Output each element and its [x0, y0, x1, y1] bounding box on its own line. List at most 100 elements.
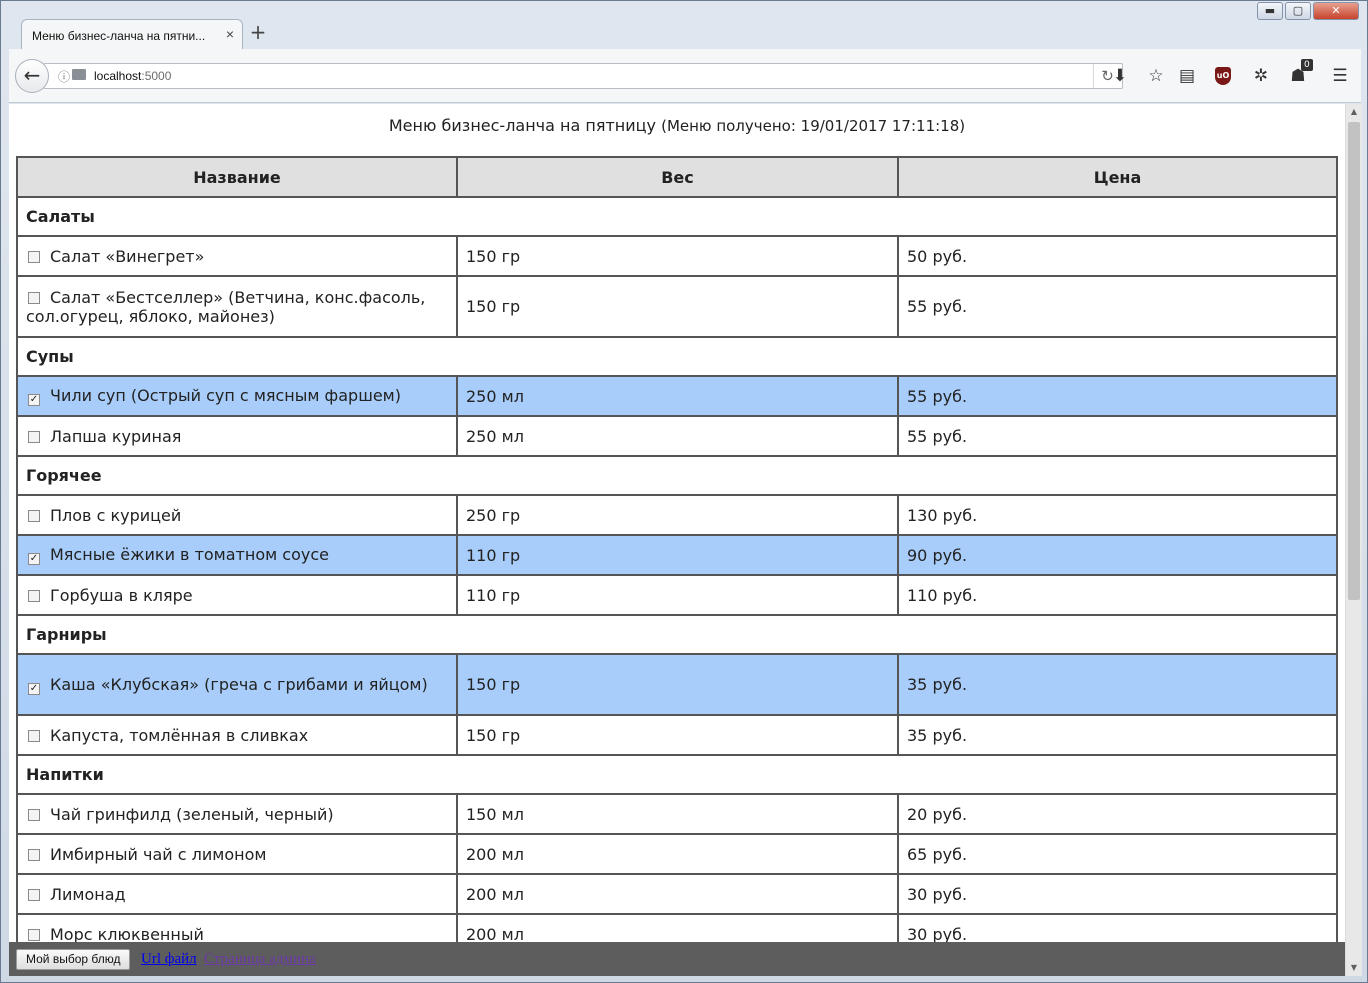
item-weight: 110 гр	[456, 534, 899, 576]
table-row[interactable]: Чай гринфилд (зеленый, черный) 150 мл 20…	[16, 793, 1338, 835]
item-weight: 150 мл	[456, 793, 899, 835]
table-row[interactable]: Имбирный чай с лимоном 200 мл 65 руб.	[16, 833, 1338, 875]
item-name-cell: Чай гринфилд (зеленый, черный)	[16, 793, 458, 835]
item-name: Салат «Бестселлер» (Ветчина, конс.фасоль…	[26, 287, 426, 326]
item-price: 50 руб.	[897, 235, 1338, 277]
scroll-thumb[interactable]	[1348, 122, 1360, 600]
item-price: 55 руб.	[897, 275, 1338, 338]
tab-close-icon[interactable]: ×	[226, 26, 234, 42]
item-weight: 250 гр	[456, 494, 899, 536]
page-icon	[72, 69, 86, 80]
item-weight: 200 мл	[456, 873, 899, 915]
download-icon[interactable]: ⬇	[1107, 63, 1133, 89]
tab-active[interactable]: Меню бизнес-ланча на пятни... ×	[21, 19, 243, 49]
item-name-cell: ✓ Каша «Клубская» (греча с грибами и яйцо…	[16, 653, 458, 716]
table-row[interactable]: Капуста, томлённая в сливках 150 гр 35 р…	[16, 714, 1338, 756]
menu-table: Название Вес Цена Салаты Салат «Винегрет…	[16, 156, 1338, 942]
reader-list-icon[interactable]: ▤	[1174, 63, 1200, 89]
table-row[interactable]: Салат «Винегрет» 150 гр 50 руб.	[16, 235, 1338, 277]
item-name-cell: ✓ Мясные ёжики в томатном соусе	[16, 534, 458, 576]
item-name: Капуста, томлённая в сливках	[50, 725, 309, 745]
info-icon[interactable]: ⓘ	[58, 68, 70, 85]
item-name: Лапша куриная	[50, 426, 182, 446]
tab-strip: Меню бизнес-ланча на пятни... × +	[9, 15, 1361, 49]
item-checkbox[interactable]	[28, 888, 40, 901]
item-name: Имбирный чай с лимоном	[50, 844, 267, 864]
extension-badge: 0	[1301, 59, 1313, 71]
item-name: Чай гринфилд (зеленый, черный)	[50, 804, 334, 824]
item-checkbox[interactable]	[28, 589, 40, 602]
page-content: Меню бизнес-ланча на пятницу (Меню получ…	[9, 104, 1345, 942]
table-row[interactable]: ✓ Чили суп (Острый суп с мясным фаршем) 2…	[16, 375, 1338, 417]
item-weight: 110 гр	[456, 574, 899, 616]
item-weight: 150 гр	[456, 653, 899, 716]
item-checkbox[interactable]	[28, 250, 40, 263]
column-header-price: Цена	[897, 156, 1338, 198]
table-row[interactable]: Плов с курицей 250 гр 130 руб.	[16, 494, 1338, 536]
item-checkbox[interactable]: ✓	[28, 553, 40, 565]
bottom-bar: Мой выбор блюд Url файл Страница админа	[9, 942, 1345, 976]
item-checkbox[interactable]	[28, 291, 40, 304]
item-name: Лимонад	[50, 884, 126, 904]
admin-page-link[interactable]: Страница админа	[204, 951, 316, 968]
url-text[interactable]: localhost:5000	[94, 69, 171, 83]
new-tab-button[interactable]: +	[245, 21, 271, 45]
ublock-icon[interactable]: uO	[1215, 67, 1231, 85]
item-name-cell: Салат «Винегрет»	[16, 235, 458, 277]
item-name-cell: Лимонад	[16, 873, 458, 915]
item-name-cell: Горбуша в кляре	[16, 574, 458, 616]
back-button[interactable]: ←	[15, 59, 49, 93]
scroll-down-arrow-icon[interactable]: ▼	[1346, 960, 1362, 976]
item-price: 35 руб.	[897, 714, 1338, 756]
item-checkbox[interactable]	[28, 430, 40, 443]
item-price: 30 руб.	[897, 873, 1338, 915]
item-price: 20 руб.	[897, 793, 1338, 835]
category-drinks: Напитки	[16, 754, 1338, 795]
tab-title: Меню бизнес-ланча на пятни...	[32, 29, 206, 43]
scroll-up-arrow-icon[interactable]: ▲	[1346, 104, 1362, 120]
item-name-cell: Салат «Бестселлер» (Ветчина, конс.фасоль…	[16, 275, 458, 338]
table-row[interactable]: Горбуша в кляре 110 гр 110 руб.	[16, 574, 1338, 616]
table-row[interactable]: Салат «Бестселлер» (Ветчина, конс.фасоль…	[16, 275, 1338, 338]
item-name: Морс клюквенный	[50, 924, 204, 943]
received-timestamp: (Меню получено: 19/01/2017 17:11:18)	[661, 117, 966, 135]
item-price: 130 руб.	[897, 494, 1338, 536]
category-row: Горячее	[16, 455, 1338, 496]
item-name-cell: Плов с курицей	[16, 494, 458, 536]
item-price: 110 руб.	[897, 574, 1338, 616]
item-name-cell: Морс клюквенный	[16, 913, 458, 943]
table-row[interactable]: ✓ Мясные ёжики в томатном соусе 110 гр 90…	[16, 534, 1338, 576]
table-row[interactable]: ✓ Каша «Клубская» (греча с грибами и яйцо…	[16, 653, 1338, 716]
category-soups: Супы	[16, 336, 1338, 377]
table-row[interactable]: Морс клюквенный 200 мл 30 руб.	[16, 913, 1338, 943]
item-name-cell: Имбирный чай с лимоном	[16, 833, 458, 875]
item-price: 65 руб.	[897, 833, 1338, 875]
column-header-weight: Вес	[456, 156, 899, 198]
item-checkbox[interactable]	[28, 729, 40, 742]
item-name: Мясные ёжики в томатном соусе	[50, 545, 329, 564]
table-row[interactable]: Лимонад 200 мл 30 руб.	[16, 873, 1338, 915]
item-checkbox[interactable]: ✓	[28, 682, 40, 695]
item-checkbox[interactable]	[28, 509, 40, 522]
category-row: Напитки	[16, 754, 1338, 795]
url-bar[interactable]: ⓘ localhost:5000 ↻	[43, 63, 1123, 89]
item-name-cell: Лапша куриная	[16, 415, 458, 457]
my-choice-button[interactable]: Мой выбор блюд	[16, 949, 131, 970]
category-row: Гарниры	[16, 614, 1338, 655]
item-weight: 150 гр	[456, 275, 899, 338]
item-checkbox[interactable]	[28, 848, 40, 861]
extension-icon[interactable]: ✲	[1248, 63, 1274, 89]
item-weight: 150 гр	[456, 714, 899, 756]
bookmark-star-icon[interactable]: ☆	[1143, 63, 1169, 89]
item-price: 55 руб.	[897, 415, 1338, 457]
hamburger-menu-icon[interactable]: ☰	[1327, 63, 1353, 89]
url-file-link[interactable]: Url файл	[141, 951, 197, 968]
item-checkbox[interactable]	[28, 928, 40, 941]
table-row[interactable]: Лапша куриная 250 мл 55 руб.	[16, 415, 1338, 457]
item-price: 55 руб.	[897, 375, 1338, 417]
item-checkbox[interactable]: ✓	[28, 394, 40, 406]
item-weight: 250 мл	[456, 415, 899, 457]
item-name-cell: ✓ Чили суп (Острый суп с мясным фаршем)	[16, 375, 458, 417]
item-checkbox[interactable]	[28, 808, 40, 821]
vertical-scrollbar[interactable]: ▲ ▼	[1345, 104, 1362, 976]
